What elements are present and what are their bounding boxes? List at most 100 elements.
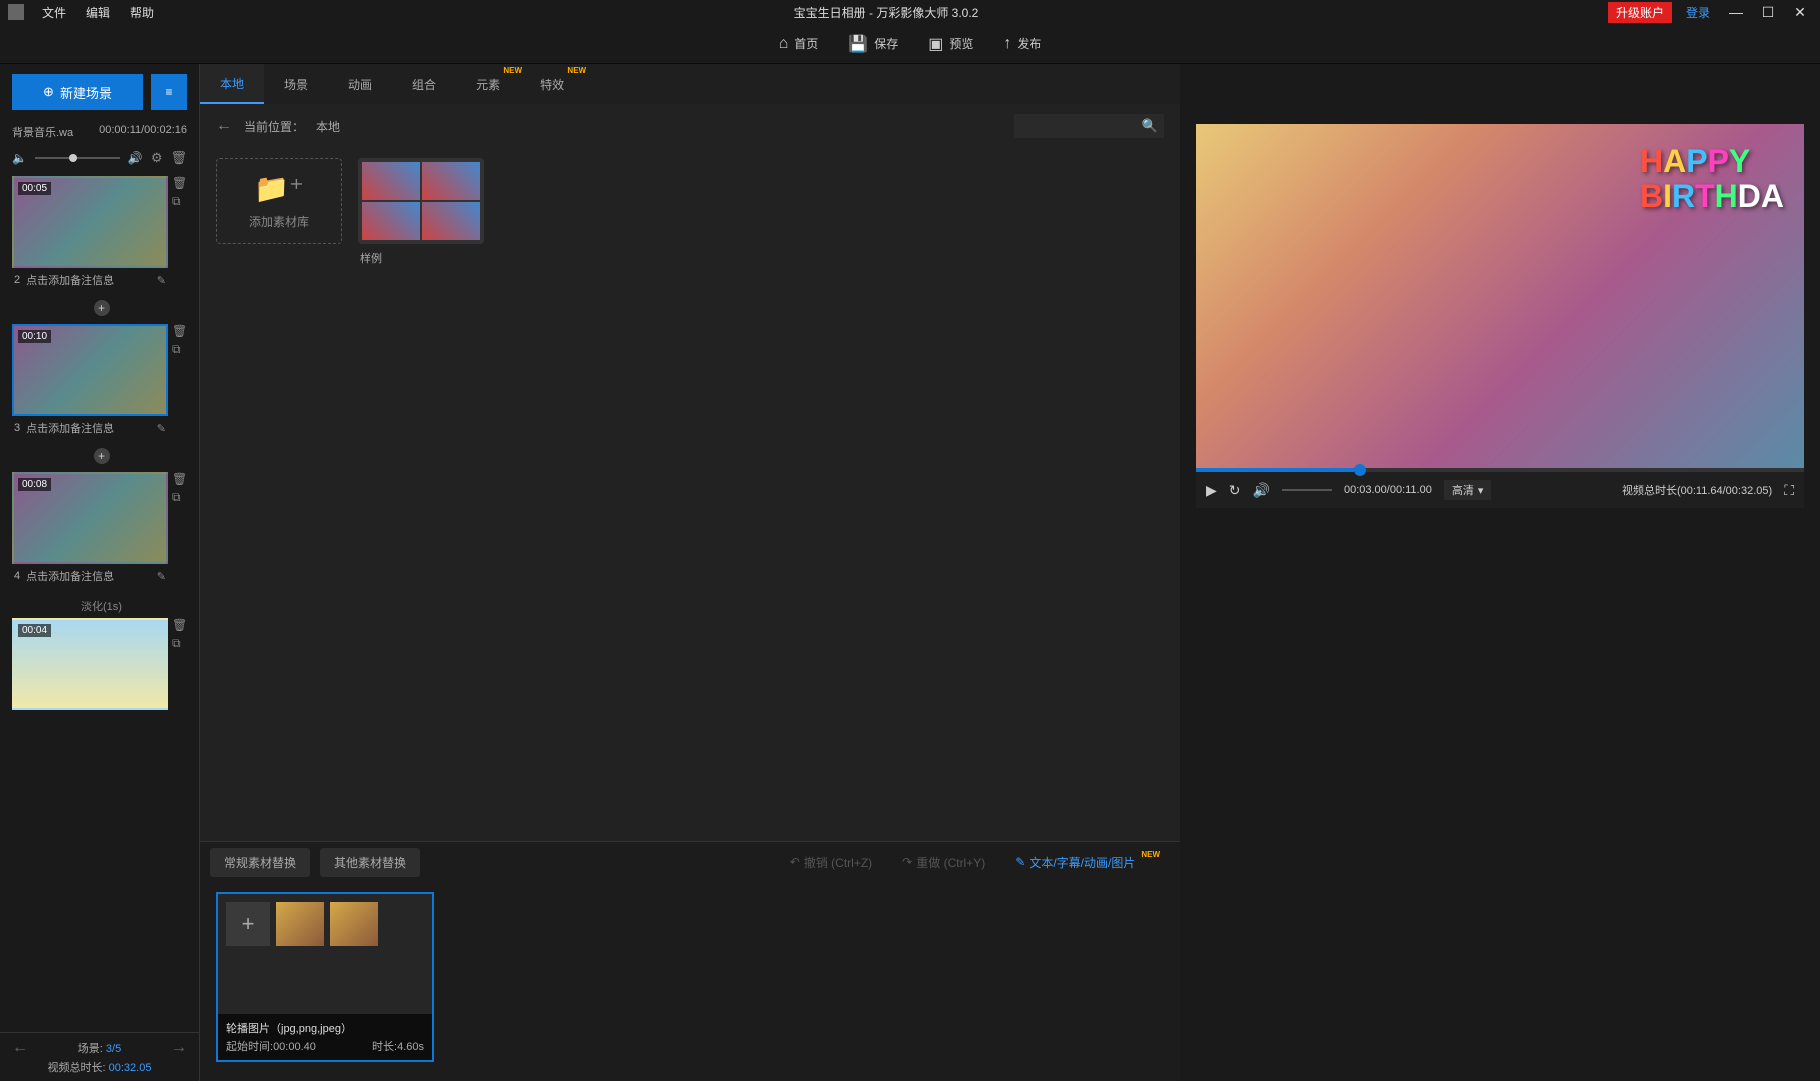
scene-note[interactable]: 点击添加备注信息: [26, 568, 151, 584]
tab-animation[interactable]: 动画: [328, 64, 392, 104]
loop-icon[interactable]: ↻: [1229, 482, 1241, 499]
upgrade-button[interactable]: 升级账户: [1608, 2, 1672, 23]
scenes-list: 00:05 2点击添加备注信息✎ 🗑⧉ + 00:10 3点击添加备注信息✎: [0, 176, 199, 1032]
timeline-panel: 常规素材替换 其他素材替换 ↶撤销 (Ctrl+Z) ↷重做 (Ctrl+Y) …: [200, 841, 1180, 1081]
publish-button[interactable]: ↑发布: [1003, 35, 1041, 53]
titlebar: 文件 编辑 帮助 宝宝生日相册 - 万彩影像大师 3.0.2 升级账户 登录 —…: [0, 0, 1820, 24]
volume-slider[interactable]: [35, 157, 120, 159]
slot-title: 轮播图片（jpg,png,jpeg）: [226, 1020, 424, 1036]
copy-icon[interactable]: ⧉: [172, 636, 187, 651]
folder-plus-icon: 📁⁺: [254, 172, 304, 205]
sample-label: 样例: [358, 244, 484, 272]
sort-icon: ≡: [165, 85, 172, 99]
scene-item: 00:04 🗑 ⧉: [12, 618, 191, 710]
menu-help[interactable]: 帮助: [120, 4, 164, 21]
save-icon: 💾: [848, 34, 868, 54]
carousel-slot[interactable]: + 轮播图片（jpg,png,jpeg） 起始时间:00:00.40 时长:4.…: [216, 892, 434, 1062]
login-button[interactable]: 登录: [1680, 4, 1716, 21]
edit-icon[interactable]: ✎: [157, 274, 166, 287]
scene-counter: 3/5: [106, 1043, 121, 1055]
upload-icon: ↑: [1003, 35, 1011, 53]
asset-grid: 📁⁺ 添加素材库 样例: [200, 148, 1180, 841]
transition-label[interactable]: 淡化(1s): [12, 594, 191, 618]
scene-thumbnail[interactable]: 00:10: [12, 324, 168, 416]
redo-icon: ↷: [902, 855, 912, 869]
menu-edit[interactable]: 编辑: [76, 4, 120, 21]
maximize-icon[interactable]: ☐: [1756, 4, 1780, 21]
preview-icon: ▣: [928, 34, 943, 54]
audio-controls: 🔈 🔊 ⚙ 🗑: [0, 144, 199, 176]
scene-thumbnail[interactable]: 00:04: [12, 618, 168, 710]
menu-file[interactable]: 文件: [32, 4, 76, 21]
fullscreen-icon[interactable]: ⛶: [1784, 482, 1794, 499]
trash-icon[interactable]: 🗑: [172, 176, 187, 190]
scene-duration: 00:08: [18, 478, 51, 491]
add-scene-between[interactable]: +: [12, 298, 191, 324]
search-icon[interactable]: 🔍: [1142, 118, 1158, 134]
next-scene-icon[interactable]: →: [171, 1039, 187, 1057]
preview-volume-slider[interactable]: [1282, 489, 1332, 491]
image-tile[interactable]: [276, 902, 324, 946]
new-scene-button[interactable]: ⊕新建场景: [12, 74, 143, 110]
prev-scene-icon[interactable]: ←: [12, 1039, 28, 1057]
preview-button[interactable]: ▣预览: [928, 34, 973, 54]
tab-scene[interactable]: 场景: [264, 64, 328, 104]
home-button[interactable]: ⌂首页: [779, 35, 819, 53]
scene-thumbnail[interactable]: 00:05: [12, 176, 168, 268]
asset-tabs: 本地 场景 动画 组合 元素NEW 特效NEW: [200, 64, 1180, 104]
volume-down-icon[interactable]: 🔈: [12, 151, 27, 165]
minimize-icon[interactable]: —: [1724, 4, 1748, 20]
sample-folder-card[interactable]: 样例: [358, 158, 484, 272]
play-icon[interactable]: ▶: [1206, 482, 1217, 499]
add-scene-between[interactable]: +: [12, 446, 191, 472]
quality-selector[interactable]: 高清▾: [1444, 480, 1492, 500]
preview-panel: HAPPY BIRTHDA ▶ ↻ 🔊 00:03.00/00:11.00 高清…: [1180, 64, 1820, 1081]
breadcrumb-current: 本地: [316, 118, 340, 135]
trash-icon[interactable]: 🗑: [172, 324, 187, 338]
breadcrumb-label: 当前位置：: [244, 118, 304, 135]
sort-button[interactable]: ≡: [151, 74, 187, 110]
plus-circle-icon: +: [94, 300, 110, 316]
scene-duration: 00:05: [18, 182, 51, 195]
preview-canvas[interactable]: HAPPY BIRTHDA: [1196, 124, 1804, 468]
tab-element[interactable]: 元素NEW: [456, 64, 520, 104]
copy-icon[interactable]: ⧉: [172, 490, 187, 505]
scene-note[interactable]: 点击添加备注信息: [26, 420, 151, 436]
edit-icon[interactable]: ✎: [157, 422, 166, 435]
tab-combo[interactable]: 组合: [392, 64, 456, 104]
trash-icon[interactable]: 🗑: [172, 618, 187, 632]
save-button[interactable]: 💾保存: [848, 34, 898, 54]
image-tile[interactable]: [330, 902, 378, 946]
scene-item: 00:10 3点击添加备注信息✎ 🗑⧉: [12, 324, 191, 440]
back-icon[interactable]: ←: [216, 117, 232, 135]
copy-icon[interactable]: ⧉: [172, 342, 187, 357]
volume-icon[interactable]: 🔊: [1253, 482, 1270, 499]
tab-other-replace[interactable]: 其他素材替换: [320, 848, 420, 877]
volume-up-icon[interactable]: 🔊: [128, 151, 143, 165]
close-icon[interactable]: ✕: [1788, 4, 1812, 21]
tab-local[interactable]: 本地: [200, 64, 264, 104]
gear-icon[interactable]: ⚙: [151, 150, 163, 166]
main-toolbar: ⌂首页 💾保存 ▣预览 ↑发布: [0, 24, 1820, 64]
scene-note[interactable]: 点击添加备注信息: [26, 272, 151, 288]
scene-duration: 00:04: [18, 624, 51, 637]
preview-progress[interactable]: [1196, 468, 1804, 472]
trash-icon[interactable]: 🗑: [172, 472, 187, 486]
edit-icon[interactable]: ✎: [157, 570, 166, 583]
slot-duration: 4.60s: [397, 1041, 424, 1053]
tab-regular-replace[interactable]: 常规素材替换: [210, 848, 310, 877]
scene-thumbnail[interactable]: 00:08: [12, 472, 168, 564]
trash-icon[interactable]: 🗑: [170, 150, 187, 166]
redo-button: ↷重做 (Ctrl+Y): [892, 854, 995, 871]
plus-circle-icon: +: [94, 448, 110, 464]
happy-birthday-text: HAPPY BIRTHDA: [1640, 144, 1784, 214]
scene-duration: 00:10: [18, 330, 51, 343]
tab-effect[interactable]: 特效NEW: [520, 64, 584, 104]
add-image-button[interactable]: +: [226, 902, 270, 946]
breadcrumb-row: ← 当前位置： 本地 🔍: [200, 104, 1180, 148]
copy-icon[interactable]: ⧉: [172, 194, 187, 209]
bg-music-filename: 背景音乐.wa: [12, 124, 73, 140]
scene-item: 00:05 2点击添加备注信息✎ 🗑⧉: [12, 176, 191, 292]
text-anim-button[interactable]: ✎文本/字幕/动画/图片NEW: [1005, 854, 1170, 871]
add-library-card[interactable]: 📁⁺ 添加素材库: [216, 158, 342, 244]
